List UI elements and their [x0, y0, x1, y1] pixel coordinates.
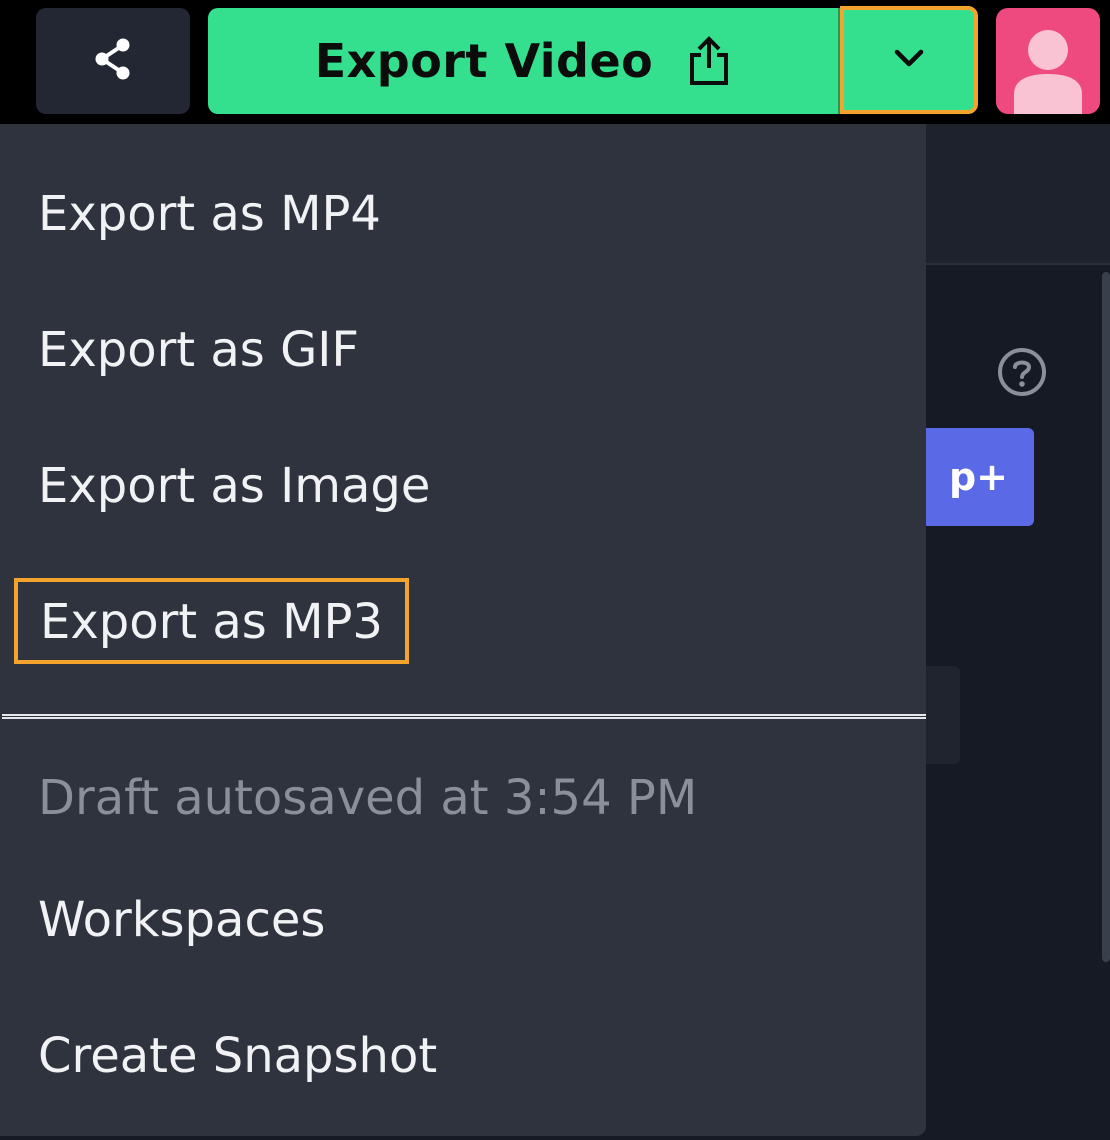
help-icon[interactable]	[996, 346, 1048, 398]
export-video-button[interactable]: Export Video	[208, 8, 838, 114]
avatar[interactable]	[996, 8, 1100, 114]
top-toolbar: Export Video	[0, 0, 1110, 124]
export-dropdown-menu: Export as MP4 Export as GIF Export as Im…	[0, 124, 926, 1136]
chevron-down-icon	[892, 47, 926, 73]
user-icon	[996, 30, 1100, 114]
menu-item-export-gif[interactable]: Export as GIF	[38, 326, 359, 374]
upgrade-button-label: p+	[948, 455, 1008, 499]
page: p+ Export Video Export as MP4 Export as …	[0, 0, 1110, 1140]
menu-separator	[2, 714, 926, 719]
menu-item-create-snapshot[interactable]: Create Snapshot	[38, 1032, 437, 1080]
share-icon	[93, 37, 133, 85]
workspace-header-panel	[926, 124, 1110, 264]
menu-item-export-mp4[interactable]: Export as MP4	[38, 190, 381, 238]
panel-divider	[926, 263, 1110, 265]
menu-item-export-image[interactable]: Export as Image	[38, 462, 430, 510]
menu-item-export-mp3[interactable]: Export as MP3	[14, 578, 409, 664]
share-button[interactable]	[36, 8, 190, 114]
export-dropdown-button[interactable]	[840, 6, 978, 114]
upload-icon	[687, 35, 731, 87]
workspace-scrollbar[interactable]	[1102, 272, 1110, 962]
menu-item-workspaces[interactable]: Workspaces	[38, 896, 325, 944]
autosave-status: Draft autosaved at 3:54 PM	[38, 770, 698, 826]
export-video-label: Export Video	[314, 34, 654, 88]
